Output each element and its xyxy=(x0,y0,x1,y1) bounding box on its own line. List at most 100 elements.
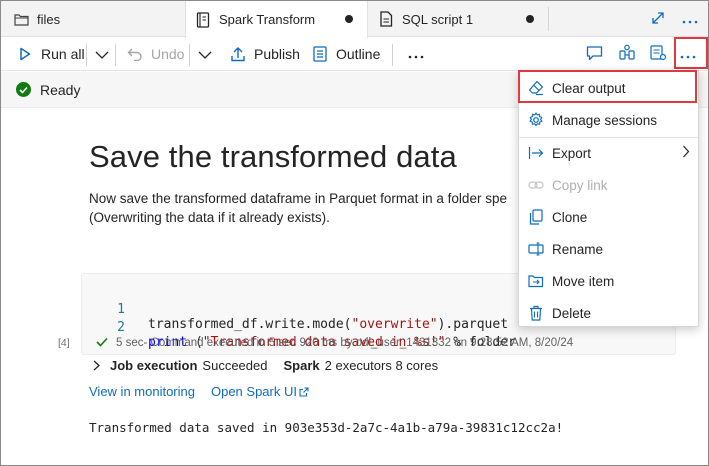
more-options-menu: Clear output Manage sessions Export Copy… xyxy=(518,70,699,327)
markdown-paragraph: Now save the transformed dataframe in Pa… xyxy=(89,189,507,227)
toolbar-overflow-button[interactable] xyxy=(408,38,424,70)
undo-button[interactable]: Undo xyxy=(126,38,184,70)
publish-button[interactable]: Publish xyxy=(229,38,300,70)
tab-divider xyxy=(548,7,549,31)
comment-icon xyxy=(586,45,603,64)
run-all-button[interactable]: Run all xyxy=(16,38,85,70)
notebook-toolbar: Run all Undo Publish Outline xyxy=(1,38,708,71)
menu-item-label: Clone xyxy=(552,209,588,225)
execution-summary: 5 sec - Command executed in 5 sec 920 ms… xyxy=(96,337,573,349)
play-icon xyxy=(16,45,34,63)
unsaved-indicator-icon xyxy=(526,15,534,23)
undo-label: Undo xyxy=(151,46,185,62)
more-options-highlight xyxy=(674,37,708,69)
menu-item-label: Rename xyxy=(552,241,604,257)
publish-icon xyxy=(229,45,247,63)
outline-icon xyxy=(311,45,329,63)
menu-item-delete[interactable]: Delete xyxy=(519,297,698,329)
tab-spark-transform-label: Spark Transform xyxy=(219,12,316,27)
monitoring-links: View in monitoring Open Spark UI xyxy=(89,384,309,399)
menu-item-label: Delete xyxy=(552,305,592,321)
outline-label: Outline xyxy=(336,46,381,62)
undo-options-dropdown[interactable] xyxy=(198,38,212,70)
line-number: 2 xyxy=(117,320,125,335)
chevron-right-icon xyxy=(682,145,690,161)
tabbar-more-button[interactable] xyxy=(682,1,698,37)
check-icon xyxy=(96,337,108,349)
menu-item-export[interactable]: Export xyxy=(519,137,698,169)
comments-button[interactable] xyxy=(586,38,603,70)
rename-icon xyxy=(527,241,544,258)
run-options-dropdown[interactable] xyxy=(95,38,109,70)
menu-item-label: Manage sessions xyxy=(552,112,658,128)
run-all-label: Run all xyxy=(41,46,85,62)
spark-label: Spark xyxy=(283,358,320,373)
code-text: transformed_df.write.mode("overwrite").p… xyxy=(148,317,508,332)
toolbar-divider xyxy=(189,44,190,66)
toolbar-divider xyxy=(86,44,87,66)
menu-item-manage-sessions[interactable]: Manage sessions xyxy=(519,104,698,136)
open-spark-ui-link[interactable]: Open Spark UI xyxy=(211,384,297,399)
move-icon xyxy=(527,273,544,290)
code-token: transformed_df.write.mode( xyxy=(148,317,352,332)
menu-item-move-item[interactable]: Move item xyxy=(519,265,698,297)
expand-icon xyxy=(651,11,665,28)
code-line: 2 print ("Transformed data saved in %s!"… xyxy=(82,305,516,350)
spark-info: 2 executors 8 cores xyxy=(324,358,439,373)
job-execution-summary[interactable]: Job execution Succeeded Spark 2 executor… xyxy=(93,358,438,373)
chevron-down-icon xyxy=(95,46,109,62)
undo-icon xyxy=(126,45,144,63)
settings-list-button[interactable] xyxy=(650,38,667,70)
code-token: ).parquet xyxy=(437,317,509,332)
external-link-icon xyxy=(299,386,309,397)
paragraph-line: Now save the transformed dataframe in Pa… xyxy=(89,191,507,206)
chevron-right-icon xyxy=(93,360,100,371)
code-string: "overwrite" xyxy=(351,317,438,332)
page-title: Save the transformed data xyxy=(89,139,457,174)
expand-button[interactable] xyxy=(651,1,665,37)
status-text: Ready xyxy=(40,82,81,98)
notebook-icon xyxy=(195,11,211,28)
environment-icon xyxy=(618,44,636,64)
success-check-icon xyxy=(16,82,31,97)
clone-icon xyxy=(527,209,544,226)
menu-item-label: Move item xyxy=(552,273,615,289)
toolbar-divider xyxy=(392,44,393,66)
menu-item-rename[interactable]: Rename xyxy=(519,233,698,265)
notebook-window: files Spark Transform SQL script 1 Run a… xyxy=(0,0,709,466)
menu-item-clone[interactable]: Clone xyxy=(519,201,698,233)
environment-button[interactable] xyxy=(618,38,636,70)
job-execution-status: Succeeded xyxy=(202,358,268,373)
cell-execution-count: [4] xyxy=(58,337,70,349)
tab-files[interactable]: files xyxy=(1,1,185,37)
menu-item-label: Export xyxy=(552,145,592,161)
clear-output-highlight xyxy=(518,70,697,103)
folder-icon xyxy=(13,11,29,27)
paragraph-line: (Overwriting the data if it already exis… xyxy=(89,210,330,225)
unsaved-indicator-icon xyxy=(345,15,353,23)
exec-details: - Command executed in 5 sec 920 ms by od… xyxy=(143,337,574,349)
publish-label: Publish xyxy=(254,46,300,62)
job-execution-label: Job execution xyxy=(110,358,198,373)
more-icon xyxy=(682,12,698,27)
more-icon xyxy=(408,46,424,62)
delete-icon xyxy=(527,305,544,322)
view-in-monitoring-link[interactable]: View in monitoring xyxy=(89,384,195,399)
code-line: 1 transformed_df.write.mode("overwrite")… xyxy=(82,287,508,332)
list-settings-icon xyxy=(650,44,667,64)
cell-output: Transformed data saved in 903e353d-2a7c-… xyxy=(89,420,564,435)
link-icon xyxy=(527,177,544,194)
outline-button[interactable]: Outline xyxy=(311,38,380,70)
export-icon xyxy=(527,145,544,162)
exec-duration: 5 sec xyxy=(116,337,144,349)
tab-bar: files Spark Transform SQL script 1 xyxy=(1,1,708,38)
toolbar-divider xyxy=(115,44,116,66)
menu-item-copy-link[interactable]: Copy link xyxy=(519,169,698,201)
tab-sql-script[interactable]: SQL script 1 xyxy=(369,1,548,37)
chevron-down-icon xyxy=(198,46,212,62)
sql-script-icon xyxy=(378,11,394,27)
menu-item-label: Copy link xyxy=(552,177,608,193)
tab-files-label: files xyxy=(37,11,61,27)
gear-icon xyxy=(527,112,544,129)
tab-spark-transform[interactable]: Spark Transform xyxy=(185,1,368,38)
